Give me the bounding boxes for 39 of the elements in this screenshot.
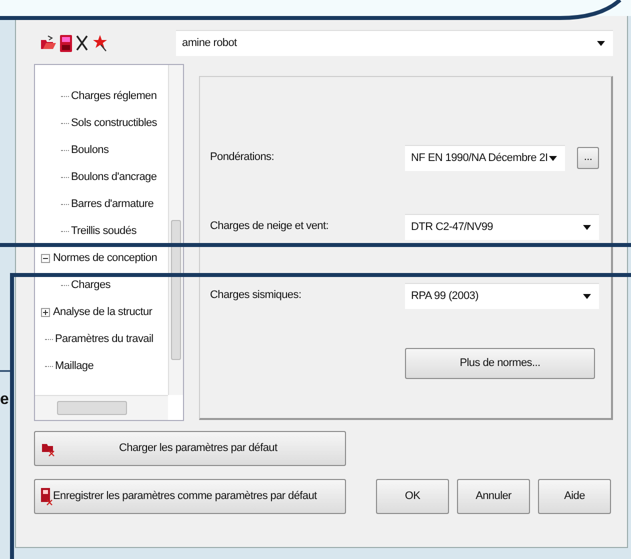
delete-icon[interactable] (76, 35, 88, 51)
tree-item[interactable]: Charges réglemen (71, 88, 157, 105)
standard-dropdown[interactable]: NF EN 1990/NA Décembre 2I (405, 144, 565, 170)
browse-button[interactable]: ... (577, 146, 599, 168)
tree-item[interactable]: Normes de conception (53, 250, 158, 267)
tree-item[interactable]: Analyse de la structur (53, 304, 152, 321)
horizontal-scrollbar[interactable] (35, 395, 168, 420)
tree-item[interactable]: Barres d'armature (71, 196, 154, 213)
more-standards-button[interactable]: Plus de normes... (405, 348, 595, 379)
tree-item[interactable]: Paramètres du travail (55, 331, 154, 348)
preset-dropdown[interactable]: amine robot (176, 30, 613, 56)
cancel-button[interactable]: Annuler (457, 479, 530, 514)
tree-item[interactable]: Boulons d'ancrage (71, 169, 157, 186)
caret-icon (583, 224, 591, 230)
caret-icon (583, 294, 591, 298)
ok-button[interactable]: OK (376, 479, 449, 514)
field-label: Charges de neige et vent: (210, 219, 330, 234)
save-defaults-button[interactable]: Enregistrer les paramètres comme paramètres par défaut (34, 479, 346, 514)
standard-dropdown[interactable]: RPA 99 (2003) (405, 282, 599, 308)
caret-icon (597, 41, 605, 46)
preset-value: amine robot (182, 36, 238, 52)
field-label: Charges sismiques: (210, 288, 302, 304)
help-button[interactable]: Aide (538, 479, 611, 514)
tree-item[interactable]: Boulons (71, 142, 109, 159)
standard-dropdown[interactable]: DTR C2-47/NV99 (405, 214, 599, 240)
load-defaults-button[interactable]: Charger les paramètres par défaut (34, 431, 346, 466)
floppy-disk-icon (41, 488, 53, 506)
tree-item[interactable]: Charges (71, 277, 110, 294)
caret-icon (549, 156, 557, 160)
star-icon[interactable] (92, 34, 108, 52)
expander-icon[interactable] (41, 308, 50, 317)
tree-item[interactable]: Sols constructibles (71, 115, 158, 132)
vertical-scrollbar[interactable] (168, 65, 183, 395)
tree-item[interactable]: Maillage (55, 358, 94, 375)
annotation-text: e (0, 390, 9, 410)
tree-item[interactable]: Treillis soudés (71, 223, 136, 240)
expander-icon[interactable] (41, 254, 50, 263)
field-label: Pondérations: (210, 150, 275, 166)
folder-icon[interactable] (40, 35, 56, 51)
